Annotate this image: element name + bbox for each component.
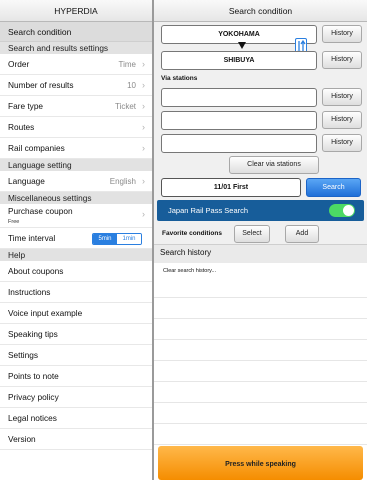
help-item-privacy-policy[interactable]: Privacy policy	[0, 387, 152, 408]
page-title: Search condition	[154, 0, 367, 22]
section-search-settings: Search and results settings	[0, 42, 152, 54]
setting-rail-label: Rail companies	[8, 143, 65, 153]
section-language-setting: Language setting	[0, 159, 152, 171]
arrow-down-icon	[238, 42, 246, 49]
via-stations-label: Via stations	[161, 75, 198, 82]
setting-order[interactable]: Order Time ›	[0, 54, 152, 75]
jr-pass-row: Japan Rail Pass Search	[157, 200, 364, 221]
app-title: HYPERDIA	[0, 0, 152, 22]
via-station-field-1[interactable]	[161, 88, 317, 107]
setting-results-label: Number of results	[8, 80, 74, 90]
press-while-speaking-button[interactable]: Press while speaking	[158, 446, 363, 480]
setting-language-label: Language	[8, 176, 45, 186]
help-item-speaking-tips[interactable]: Speaking tips	[0, 324, 152, 345]
jr-pass-toggle[interactable]	[329, 204, 355, 217]
chevron-right-icon: ›	[142, 122, 145, 132]
sidebar-item-search-condition[interactable]: Search condition	[0, 22, 152, 42]
chevron-right-icon: ›	[142, 143, 145, 153]
search-history-header: Search history	[154, 244, 367, 263]
time-interval-label: Time interval	[8, 233, 56, 243]
section-help: Help	[0, 249, 152, 261]
time-interval-segmented-control[interactable]: 5min 1min	[92, 233, 142, 245]
favorite-conditions-label: Favorite conditions	[162, 230, 222, 237]
search-button[interactable]: Search	[306, 178, 361, 197]
section-misc-settings: Miscellaneous settings	[0, 192, 152, 204]
setting-fare-label: Fare type	[8, 101, 44, 111]
from-history-button[interactable]: History	[322, 25, 362, 43]
via-station-field-2[interactable]	[161, 111, 317, 130]
setting-fare-type[interactable]: Fare type Ticket ›	[0, 96, 152, 117]
setting-routes-label: Routes	[8, 122, 35, 132]
search-form: YOKOHAMA History SHIBUYA History Via sta…	[154, 22, 367, 249]
setting-routes[interactable]: Routes ›	[0, 117, 152, 138]
help-item-settings[interactable]: Settings	[0, 345, 152, 366]
help-item-instructions[interactable]: Instructions	[0, 282, 152, 303]
chevron-right-icon: ›	[142, 59, 145, 69]
clear-search-history-link[interactable]: Clear search history...	[163, 268, 216, 274]
purchase-coupon-sub: Free	[8, 219, 20, 225]
setting-number-of-results[interactable]: Number of results 10 ›	[0, 75, 152, 96]
setting-order-value: Time	[118, 60, 136, 69]
help-item-version[interactable]: Version	[0, 429, 152, 450]
setting-rail-companies[interactable]: Rail companies ›	[0, 138, 152, 159]
setting-fare-value: Ticket	[114, 102, 136, 111]
chevron-right-icon: ›	[142, 101, 145, 111]
help-item-voice-input-example[interactable]: Voice input example	[0, 303, 152, 324]
setting-results-value: 10	[127, 81, 136, 90]
purchase-coupon-label: Purchase coupon	[8, 206, 73, 216]
help-item-legal-notices[interactable]: Legal notices	[0, 408, 152, 429]
jr-pass-label: Japan Rail Pass Search	[168, 206, 249, 215]
from-station-value: YOKOHAMA	[218, 31, 260, 38]
to-station-field[interactable]: SHIBUYA	[161, 51, 317, 70]
chevron-right-icon: ›	[142, 80, 145, 90]
chevron-right-icon: ›	[142, 176, 145, 186]
setting-order-label: Order	[8, 59, 30, 69]
to-history-button[interactable]: History	[322, 51, 362, 69]
chevron-right-icon: ›	[142, 209, 145, 219]
clear-via-stations-button[interactable]: Clear via stations	[229, 156, 319, 174]
help-item-points-to-note[interactable]: Points to note	[0, 366, 152, 387]
search-history-list	[154, 277, 367, 445]
date-field[interactable]: 11/01 First	[161, 178, 301, 197]
favorite-select-button[interactable]: Select	[234, 225, 270, 243]
via-station-field-3[interactable]	[161, 134, 317, 153]
to-station-value: SHIBUYA	[223, 57, 255, 64]
settings-sidebar: HYPERDIA Search condition Search and res…	[0, 0, 152, 480]
help-item-about-coupons[interactable]: About coupons	[0, 261, 152, 282]
via2-history-button[interactable]: History	[322, 111, 362, 129]
setting-purchase-coupon[interactable]: Purchase coupon Free ›	[0, 204, 152, 228]
interval-5min-option[interactable]: 5min	[93, 234, 117, 244]
interval-1min-option[interactable]: 1min	[117, 234, 141, 244]
via1-history-button[interactable]: History	[322, 88, 362, 106]
setting-language-value: English	[109, 177, 136, 186]
favorite-add-button[interactable]: Add	[285, 225, 319, 243]
setting-time-interval: Time interval 5min 1min	[0, 228, 152, 249]
search-condition-pane: Search condition YOKOHAMA History SHIBUY…	[154, 0, 367, 480]
via3-history-button[interactable]: History	[322, 134, 362, 152]
setting-language[interactable]: Language English ›	[0, 171, 152, 192]
